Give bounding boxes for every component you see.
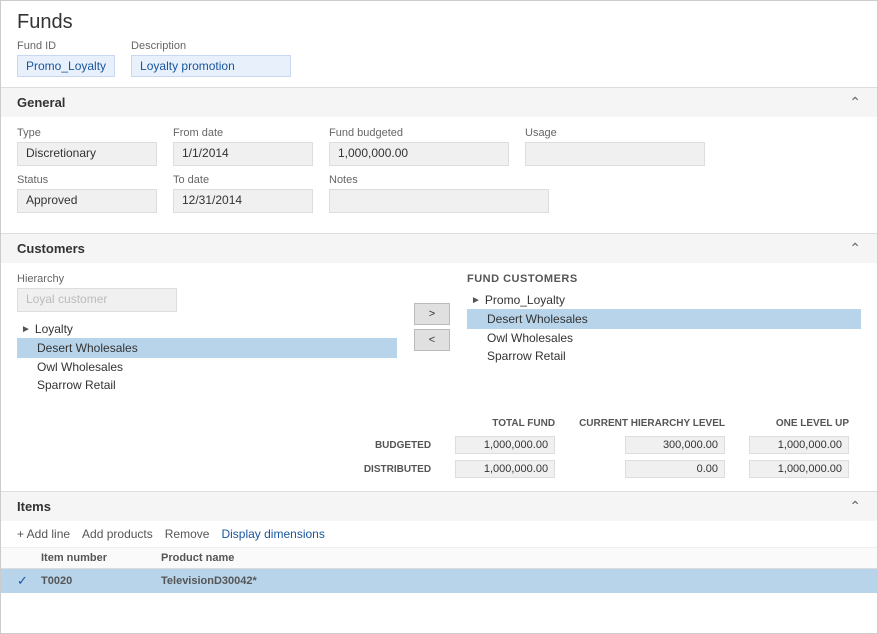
notes-label: Notes [329, 174, 549, 186]
items-section-title: Items [17, 499, 51, 514]
row-check: ✓ [17, 573, 41, 589]
tree-group-name: Loyalty [35, 322, 73, 336]
fund-tree-parent: ► Promo_Loyalty [467, 291, 861, 309]
table-row[interactable]: ✓ T0020 TelevisionD30042* [1, 569, 877, 593]
usage-field: Usage [525, 127, 705, 166]
general-section: General ⌃ Type Discretionary From date 1… [1, 87, 877, 233]
budgeted-label: BUDGETED [352, 433, 443, 457]
type-label: Type [17, 127, 157, 139]
customers-section: Customers ⌃ Hierarchy Loyal customer ► L… [1, 233, 877, 491]
table-row: DISTRIBUTED 1,000,000.00 0.00 1,000,000.… [352, 457, 861, 481]
customers-body: Hierarchy Loyal customer ► Loyalty Deser… [1, 263, 877, 406]
hierarchy-label: Hierarchy [17, 273, 397, 285]
from-date-field: From date 1/1/2014 [173, 127, 313, 166]
list-item[interactable]: Sparrow Retail [17, 376, 397, 394]
table-row: BUDGETED 1,000,000.00 300,000.00 1,000,0… [352, 433, 861, 457]
to-date-field: To date 12/31/2014 [173, 174, 313, 213]
fund-tree: ► Promo_Loyalty Desert Wholesales Owl Wh… [467, 291, 861, 365]
budgeted-total-cell: 1,000,000.00 [443, 433, 567, 457]
customers-right: FUND CUSTOMERS ► Promo_Loyalty Desert Wh… [467, 273, 861, 394]
budgeted-one-level-cell: 1,000,000.00 [737, 433, 861, 457]
fund-header-row: Fund ID Promo_Loyalty Description Loyalt… [1, 40, 877, 87]
fund-id-field: Fund ID Promo_Loyalty [17, 40, 115, 77]
items-grid-header: Item number Product name [1, 548, 877, 569]
items-section: Items ⌃ + Add line Add products Remove D… [1, 491, 877, 593]
distributed-label: DISTRIBUTED [352, 457, 443, 481]
fund-id-input[interactable]: Promo_Loyalty [17, 55, 115, 77]
col-one-level-up: ONE LEVEL UP [737, 414, 861, 433]
status-input[interactable]: Approved [17, 189, 157, 213]
type-input[interactable]: Discretionary [17, 142, 157, 166]
fund-tree-parent-name: Promo_Loyalty [485, 293, 565, 307]
add-products-button[interactable]: Add products [82, 527, 153, 541]
customers-middle: > < [407, 273, 457, 394]
distributed-total-cell: 1,000,000.00 [443, 457, 567, 481]
type-field: Type Discretionary [17, 127, 157, 166]
fund-budgeted-input[interactable]: 1,000,000.00 [329, 142, 509, 166]
description-input[interactable]: Loyalty promotion [131, 55, 291, 77]
usage-input[interactable] [525, 142, 705, 166]
to-date-input[interactable]: 12/31/2014 [173, 189, 313, 213]
distributed-hierarchy-cell: 0.00 [567, 457, 737, 481]
remove-button[interactable]: Remove [165, 527, 210, 541]
fund-budgeted-field: Fund budgeted 1,000,000.00 [329, 127, 509, 166]
to-date-label: To date [173, 174, 313, 186]
usage-label: Usage [525, 127, 705, 139]
col-product-name: Product name [161, 552, 861, 564]
budgeted-hierarchy-cell: 300,000.00 [567, 433, 737, 457]
hierarchy-input[interactable]: Loyal customer [17, 288, 177, 312]
add-line-button[interactable]: + Add line [17, 527, 70, 541]
customers-section-title: Customers [17, 241, 85, 256]
display-dimensions-button[interactable]: Display dimensions [221, 527, 324, 541]
general-section-body: Type Discretionary From date 1/1/2014 Fu… [1, 117, 877, 233]
tree-group-loyalty: ► Loyalty [17, 320, 397, 338]
status-field: Status Approved [17, 174, 157, 213]
fund-customers-label: FUND CUSTOMERS [467, 273, 861, 285]
general-section-header: General ⌃ [1, 88, 877, 117]
notes-field: Notes [329, 174, 549, 213]
general-row-2: Status Approved To date 12/31/2014 Notes [17, 174, 861, 213]
fund-id-label: Fund ID [17, 40, 115, 52]
summary-section: TOTAL FUND CURRENT HIERARCHY LEVEL ONE L… [1, 406, 877, 491]
col-item-number: Item number [41, 552, 161, 564]
product-name-cell: TelevisionD30042* [161, 575, 861, 587]
items-section-header: Items ⌃ [1, 492, 877, 521]
col-hierarchy-level: CURRENT HIERARCHY LEVEL [567, 414, 737, 433]
general-section-title: General [17, 95, 65, 110]
add-to-fund-button[interactable]: > [414, 303, 450, 325]
from-date-label: From date [173, 127, 313, 139]
from-date-input[interactable]: 1/1/2014 [173, 142, 313, 166]
tree-group-arrow: ► [21, 324, 31, 335]
description-label: Description [131, 40, 291, 52]
customers-left: Hierarchy Loyal customer ► Loyalty Deser… [17, 273, 397, 394]
description-field: Description Loyalty promotion [131, 40, 291, 77]
list-item[interactable]: Desert Wholesales [17, 338, 397, 358]
list-item[interactable]: Owl Wholesales [17, 358, 397, 376]
fund-budgeted-label: Fund budgeted [329, 127, 509, 139]
list-item[interactable]: Owl Wholesales [467, 329, 861, 347]
col-check [17, 552, 41, 564]
list-item[interactable]: Desert Wholesales [467, 309, 861, 329]
distributed-one-level-cell: 1,000,000.00 [737, 457, 861, 481]
checkmark-icon: ✓ [17, 573, 28, 588]
page-title: Funds [1, 1, 877, 40]
notes-input[interactable] [329, 189, 549, 213]
customers-collapse-icon[interactable]: ⌃ [849, 240, 861, 257]
col-total-fund: TOTAL FUND [443, 414, 567, 433]
items-toolbar: + Add line Add products Remove Display d… [1, 521, 877, 548]
status-label: Status [17, 174, 157, 186]
left-tree: ► Loyalty Desert Wholesales Owl Wholesal… [17, 320, 397, 394]
items-collapse-icon[interactable]: ⌃ [849, 498, 861, 515]
item-number-cell: T0020 [41, 575, 161, 587]
fund-tree-parent-arrow: ► [471, 295, 481, 306]
general-row-1: Type Discretionary From date 1/1/2014 Fu… [17, 127, 861, 166]
customers-section-header: Customers ⌃ [1, 234, 877, 263]
remove-from-fund-button[interactable]: < [414, 329, 450, 351]
summary-table: TOTAL FUND CURRENT HIERARCHY LEVEL ONE L… [352, 414, 861, 481]
list-item[interactable]: Sparrow Retail [467, 347, 861, 365]
general-collapse-icon[interactable]: ⌃ [849, 94, 861, 111]
